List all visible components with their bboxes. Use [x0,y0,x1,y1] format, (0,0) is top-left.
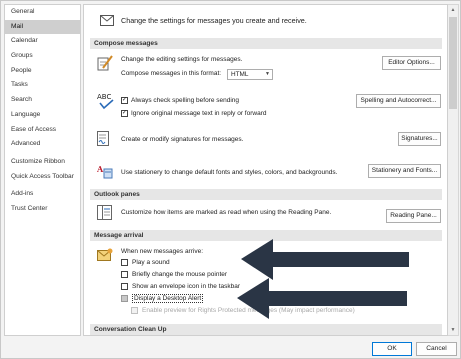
cancel-button[interactable]: Cancel [416,342,457,356]
annotation-arrows [237,239,409,319]
outlook-options-dialog: General Mail Calendar Groups People Task… [0,0,461,359]
arrow-to-play-sound-icon [241,239,409,280]
arrow-to-desktop-alert-icon [237,278,407,319]
ok-button[interactable]: OK [372,342,412,356]
